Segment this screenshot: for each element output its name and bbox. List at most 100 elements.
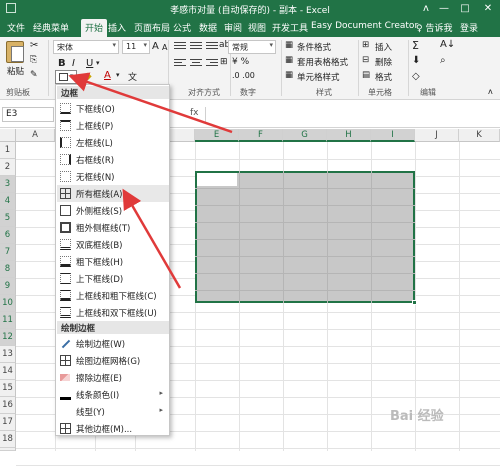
close-button[interactable]: ✕ [481,2,495,15]
menu-item-right-border[interactable]: 右框线(R) [57,151,169,168]
align-bottom-icon[interactable] [206,42,218,52]
align-center-icon[interactable] [190,59,202,69]
row-header-5[interactable]: 5 [0,210,16,227]
font-color-icon[interactable]: A [104,70,111,81]
table-format-icon[interactable]: ▦ [285,55,293,65]
menu-item-erase-border[interactable]: 擦除边框(E) [57,369,169,386]
col-header-h[interactable]: H [327,129,371,142]
col-header-e[interactable]: E [195,129,239,142]
menu-item-thick-bottom-border[interactable]: 粗下框线(H) [57,253,169,270]
conditional-format-button[interactable]: 条件格式 [297,41,331,53]
tab-page-layout[interactable]: 页面布局 [134,21,170,34]
tab-classic-menu[interactable]: 经典菜单 [33,21,69,34]
align-right-icon[interactable] [206,59,218,69]
tab-file[interactable]: 文件 [7,21,25,34]
bold-button[interactable]: B [58,58,66,69]
menu-item-top-thick-bottom-border[interactable]: 上框线和粗下框线(C) [57,287,169,304]
align-left-icon[interactable] [174,59,186,69]
format-cells-icon[interactable]: ▤ [362,70,370,80]
menu-item-more-borders[interactable]: 其他边框(M)... [57,420,169,437]
login-link[interactable]: 登录 [460,21,478,34]
number-format-combo[interactable]: 常规 ▾ [228,40,276,54]
find-select-icon[interactable]: ⌕ [440,55,446,66]
row-header-2[interactable]: 2 [0,159,16,176]
row-header-9[interactable]: 9 [0,278,16,295]
row-header-14[interactable]: 14 [0,363,16,380]
menu-item-left-border[interactable]: 左框线(L) [57,134,169,151]
autosum-button[interactable]: Σ [412,39,419,52]
tab-home[interactable]: 开始 [81,19,108,37]
fill-icon[interactable]: ⬇ [412,55,420,66]
shrink-font-button[interactable]: A [162,43,167,52]
menu-item-draw-border-grid[interactable]: 绘图边框网格(G) [57,352,169,369]
menu-item-line-color[interactable]: 线条颜色(I) ▸ [57,386,169,403]
font-color-dropdown-icon[interactable]: ▾ [116,71,120,79]
row-header-17[interactable]: 17 [0,414,16,431]
row-header-6[interactable]: 6 [0,227,16,244]
fill-handle[interactable] [412,300,417,305]
font-name-combo[interactable]: 宋体 ▾ [53,40,119,54]
format-cells-button[interactable]: 格式 [375,71,392,83]
col-header-i[interactable]: I [371,129,415,142]
tab-data[interactable]: 数据 [199,21,217,34]
row-header-13[interactable]: 13 [0,346,16,363]
borders-button[interactable]: ▾ [55,70,77,84]
row-header-8[interactable]: 8 [0,261,16,278]
row-header-11[interactable]: 11 [0,312,16,329]
row-header-18[interactable]: 18 [0,431,16,448]
underline-button[interactable]: U [86,58,93,69]
format-painter-icon[interactable]: ✎ [30,70,38,80]
row-header-1[interactable]: 1 [0,142,16,159]
underline-dropdown-icon[interactable]: ▾ [96,59,100,67]
row-header-7[interactable]: 7 [0,244,16,261]
tab-review[interactable]: 审阅 [224,21,242,34]
tab-view[interactable]: 视图 [248,21,266,34]
formula-input[interactable] [205,107,495,122]
row-header-12[interactable]: 12 [0,329,16,346]
row-header-3[interactable]: 3 [0,176,16,193]
phonetic-icon[interactable]: 文 [128,70,137,83]
clear-icon[interactable]: ◇ [412,71,420,82]
name-box[interactable]: E3 [2,107,54,122]
tab-insert[interactable]: 插入 [108,21,126,34]
minimize-button[interactable]: — [437,2,451,15]
tab-developer[interactable]: 开发工具 [272,21,308,34]
select-all-corner[interactable] [0,129,16,142]
sort-filter-icon[interactable]: A↓ [440,39,455,50]
tab-formulas[interactable]: 公式 [173,21,191,34]
formula-fx-icon[interactable]: fx [190,108,199,118]
menu-item-outside-borders[interactable]: 外侧框线(S) [57,202,169,219]
menu-item-all-borders[interactable]: 所有框线(A) [57,185,169,202]
currency-icon[interactable]: ¥ % [232,57,249,67]
menu-item-line-style[interactable]: 线型(Y) ▸ [57,403,169,420]
paste-button[interactable]: 粘贴 [7,65,24,77]
col-header-k[interactable]: K [459,129,500,142]
menu-item-bottom-border[interactable]: 下框线(O) [57,100,169,117]
ribbon-options-button[interactable]: ʌ [419,2,433,15]
menu-item-thick-outside-borders[interactable]: 粗外侧框线(T) [57,219,169,236]
menu-item-no-border[interactable]: 无框线(N) [57,168,169,185]
align-middle-icon[interactable] [190,42,202,52]
fill-color-icon[interactable]: ◆ [84,71,92,82]
col-header-a[interactable]: A [16,129,55,142]
merge-center-icon[interactable]: ⊞ [220,57,228,67]
insert-cells-button[interactable]: 插入 [375,41,392,53]
cell-style-icon[interactable]: ▦ [285,70,293,80]
cell-style-button[interactable]: 单元格样式 [297,71,340,83]
decimal-icons[interactable]: .0 .00 [232,71,255,80]
tell-me-search[interactable]: ♀ 告诉我 [416,21,452,34]
col-header-g[interactable]: G [283,129,327,142]
copy-icon[interactable]: ⎘ [30,55,37,65]
menu-item-draw-border[interactable]: 绘制边框(W) [57,335,169,352]
conditional-format-icon[interactable]: ▦ [285,40,293,50]
menu-item-double-bottom-border[interactable]: 双底框线(B) [57,236,169,253]
maximize-button[interactable]: □ [458,2,472,15]
cut-icon[interactable]: ✂ [30,40,38,51]
active-cell[interactable] [197,173,237,186]
collapse-ribbon-icon[interactable]: ʌ [488,87,493,96]
table-format-button[interactable]: 套用表格格式 [297,56,348,68]
tab-easy-document-creator[interactable]: Easy Document Creator [311,21,418,31]
col-header-f[interactable]: F [239,129,283,142]
row-header-4[interactable]: 4 [0,193,16,210]
align-top-icon[interactable] [174,42,186,52]
